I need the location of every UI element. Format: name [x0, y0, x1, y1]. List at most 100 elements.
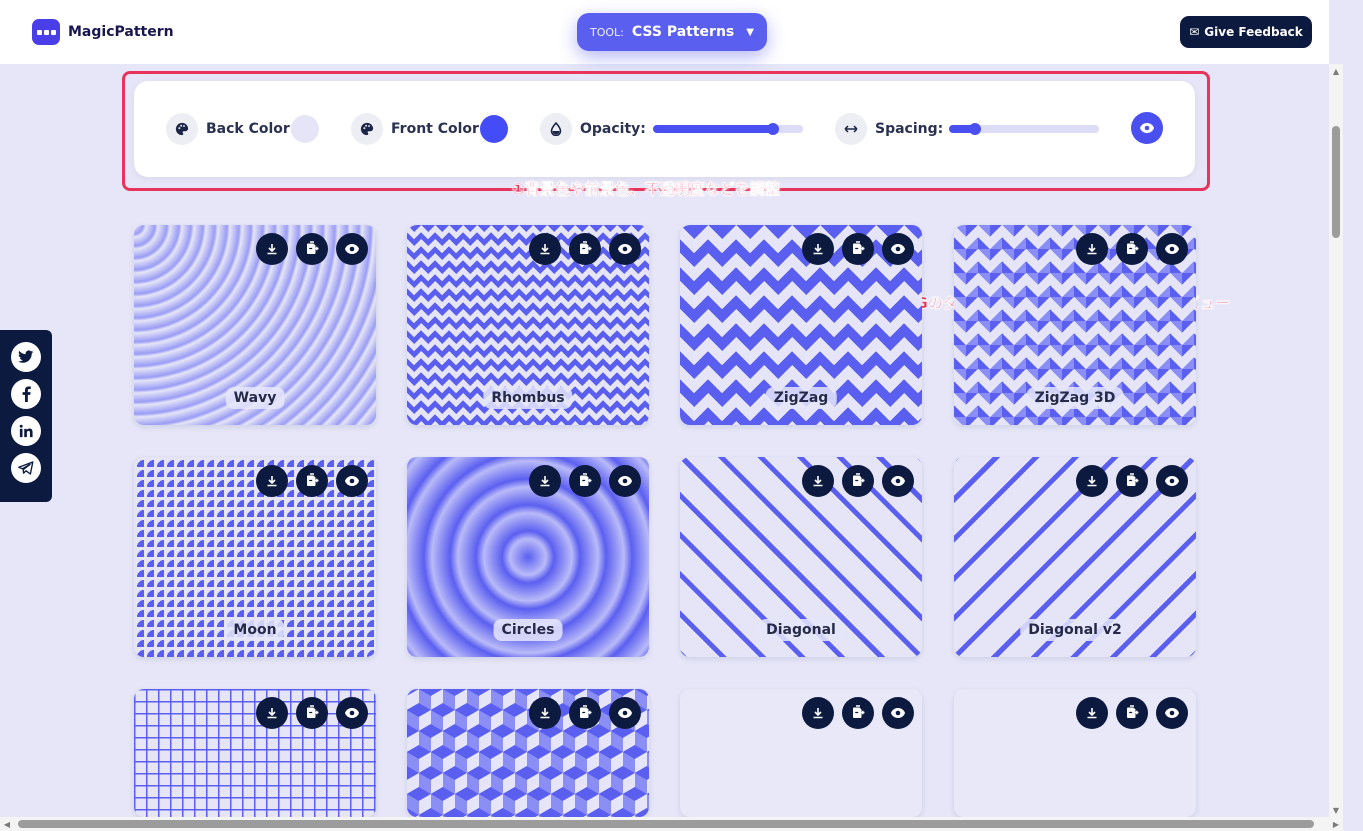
- vertical-scrollbar[interactable]: ▲ ▼: [1329, 64, 1343, 817]
- copy-css-button[interactable]: [296, 233, 328, 265]
- opacity-slider[interactable]: [653, 123, 803, 135]
- tool-prefix: TOOL:: [590, 25, 624, 39]
- pattern-card[interactable]: ZigZag: [680, 225, 922, 425]
- pattern-card[interactable]: Moon: [134, 457, 376, 657]
- download-png-button[interactable]: [1076, 233, 1108, 265]
- download-png-button[interactable]: [1076, 697, 1108, 729]
- pattern-card[interactable]: [134, 689, 376, 817]
- pattern-controls-panel: Back Color: Front Color: Opacity: Spacin…: [134, 81, 1195, 177]
- linkedin-icon[interactable]: [11, 416, 41, 446]
- scroll-down-arrow-icon[interactable]: ▼: [1329, 803, 1343, 817]
- pattern-card[interactable]: Diagonal v2: [954, 457, 1196, 657]
- facebook-icon[interactable]: [11, 379, 41, 409]
- download-icon: [266, 240, 278, 259]
- copy-css-button[interactable]: [842, 233, 874, 265]
- preview-pattern-button[interactable]: [609, 233, 641, 265]
- copy-css-button[interactable]: [842, 465, 874, 497]
- copy-css-button[interactable]: [569, 465, 601, 497]
- preview-toggle-button[interactable]: [1131, 112, 1163, 144]
- telegram-icon[interactable]: [11, 453, 41, 483]
- download-png-button[interactable]: [802, 465, 834, 497]
- spacing-slider-handle[interactable]: [968, 123, 981, 135]
- horizontal-scrollbar[interactable]: ◀ ▶: [0, 817, 1343, 831]
- copy-css-button[interactable]: [569, 233, 601, 265]
- preview-pattern-button[interactable]: [336, 233, 368, 265]
- eye-icon: [1164, 472, 1180, 491]
- copy-css-icon: [852, 472, 865, 491]
- copy-css-icon: [1126, 704, 1139, 723]
- copy-css-button[interactable]: [296, 465, 328, 497]
- download-icon: [539, 472, 551, 491]
- preview-pattern-button[interactable]: [882, 697, 914, 729]
- download-png-button[interactable]: [1076, 465, 1108, 497]
- opacity-slider-handle[interactable]: [767, 123, 779, 135]
- download-png-button[interactable]: [802, 233, 834, 265]
- card-actions: [1076, 697, 1188, 729]
- copy-css-button[interactable]: [1116, 233, 1148, 265]
- tool-selector-button[interactable]: TOOL: CSS Patterns ▼: [577, 13, 767, 51]
- preview-pattern-button[interactable]: [336, 697, 368, 729]
- download-png-button[interactable]: [256, 465, 288, 497]
- download-png-button[interactable]: [256, 697, 288, 729]
- pattern-card[interactable]: [407, 689, 649, 817]
- pattern-card[interactable]: ZigZag 3D: [954, 225, 1196, 425]
- vertical-scroll-thumb[interactable]: [1332, 126, 1340, 238]
- back-color-swatch[interactable]: [291, 115, 319, 143]
- preview-pattern-button[interactable]: [882, 233, 914, 265]
- eye-icon: [617, 704, 633, 723]
- card-actions: [1076, 233, 1188, 265]
- mail-icon: ✉: [1189, 25, 1200, 39]
- card-actions: [529, 465, 641, 497]
- twitter-icon[interactable]: [11, 342, 41, 372]
- preview-pattern-button[interactable]: [609, 697, 641, 729]
- give-feedback-button[interactable]: ✉ Give Feedback: [1180, 16, 1312, 48]
- download-icon: [266, 472, 278, 491]
- spacing-label: Spacing:: [875, 121, 944, 137]
- card-actions: [256, 465, 368, 497]
- pattern-card[interactable]: [954, 689, 1196, 817]
- magicpattern-logo-icon: [32, 19, 60, 45]
- download-png-button[interactable]: [256, 233, 288, 265]
- copy-css-button[interactable]: [1116, 697, 1148, 729]
- front-color-swatch[interactable]: [480, 115, 508, 143]
- card-actions: [802, 233, 914, 265]
- preview-pattern-button[interactable]: [336, 465, 368, 497]
- pattern-card[interactable]: Wavy: [134, 225, 376, 425]
- preview-pattern-button[interactable]: [882, 465, 914, 497]
- scroll-up-arrow-icon[interactable]: ▲: [1329, 64, 1343, 78]
- top-header: MagicPattern TOOL: CSS Patterns ▼ ✉ Give…: [0, 0, 1329, 64]
- opacity-label: Opacity:: [580, 121, 646, 137]
- pattern-card[interactable]: Diagonal: [680, 457, 922, 657]
- logo-text: MagicPattern: [68, 24, 174, 40]
- copy-css-icon: [1126, 240, 1139, 259]
- pattern-card[interactable]: Rhombus: [407, 225, 649, 425]
- eye-icon: [1164, 704, 1180, 723]
- download-png-button[interactable]: [529, 465, 561, 497]
- eye-icon: [617, 240, 633, 259]
- download-png-button[interactable]: [802, 697, 834, 729]
- pattern-card[interactable]: Circles: [407, 457, 649, 657]
- copy-css-button[interactable]: [1116, 465, 1148, 497]
- download-icon: [1086, 472, 1098, 491]
- copy-css-button[interactable]: [842, 697, 874, 729]
- download-icon: [812, 240, 824, 259]
- spacing-slider[interactable]: [949, 123, 1099, 135]
- scroll-left-arrow-icon[interactable]: ◀: [0, 817, 14, 831]
- download-icon: [1086, 240, 1098, 259]
- copy-css-button[interactable]: [296, 697, 328, 729]
- preview-pattern-button[interactable]: [1156, 697, 1188, 729]
- download-icon: [812, 472, 824, 491]
- scroll-right-arrow-icon[interactable]: ▶: [1329, 817, 1343, 831]
- preview-pattern-button[interactable]: [1156, 233, 1188, 265]
- download-png-button[interactable]: [529, 233, 561, 265]
- preview-pattern-button[interactable]: [1156, 465, 1188, 497]
- copy-css-icon: [852, 240, 865, 259]
- card-actions: [802, 465, 914, 497]
- logo[interactable]: MagicPattern: [32, 19, 174, 45]
- copy-css-button[interactable]: [569, 697, 601, 729]
- pattern-card[interactable]: [680, 689, 922, 817]
- download-png-button[interactable]: [529, 697, 561, 729]
- preview-pattern-button[interactable]: [609, 465, 641, 497]
- horizontal-scroll-thumb[interactable]: [18, 820, 1314, 828]
- card-actions: [529, 697, 641, 729]
